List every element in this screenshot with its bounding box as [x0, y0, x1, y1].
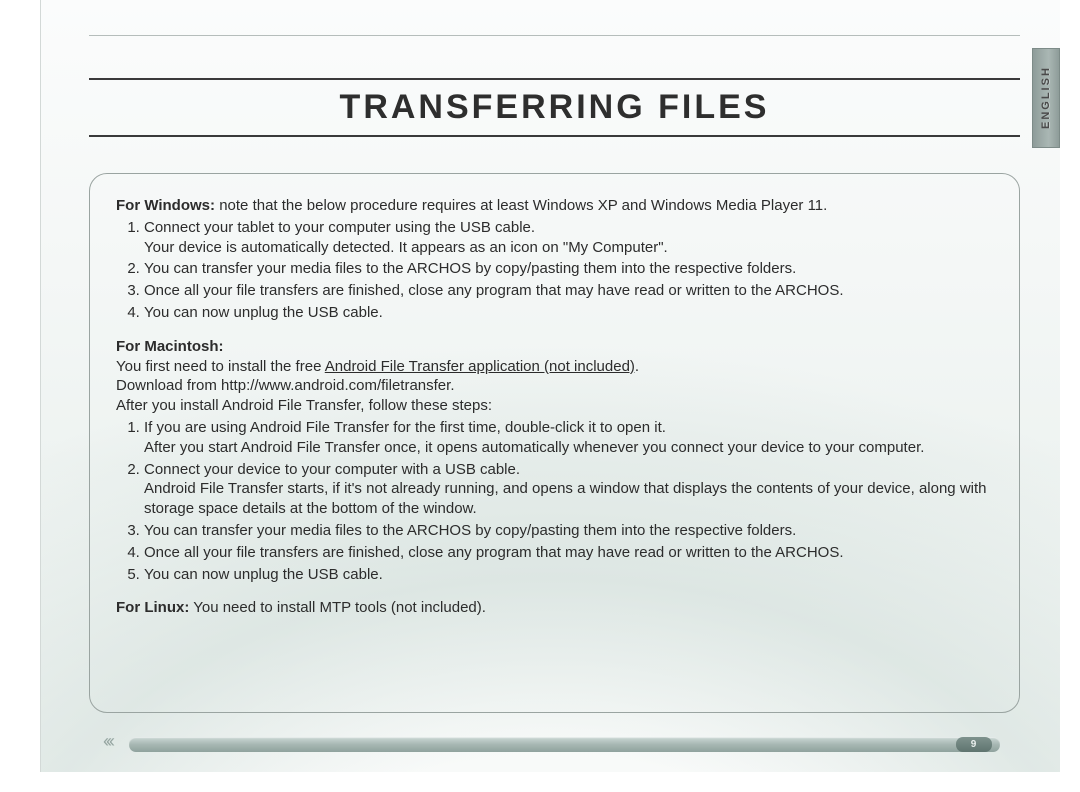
mac-intro-b: . — [635, 358, 639, 375]
title-rule-top — [89, 78, 1020, 80]
content-panel: For Windows: note that the below procedu… — [89, 173, 1020, 713]
windows-label: For Windows: — [116, 197, 215, 214]
step-text: You can now unplug the USB cable. — [144, 304, 383, 321]
spine-marks-icon: ‹‹‹ — [103, 731, 112, 752]
list-item: You can transfer your media files to the… — [144, 259, 993, 279]
manual-page: TRANSFERRING FILES For Windows: note tha… — [40, 0, 1060, 772]
mac-download: Download from http://www.android.com/fil… — [116, 377, 454, 394]
step-text: You can now unplug the USB cable. — [144, 566, 383, 583]
top-divider — [89, 35, 1020, 36]
step-text: Connect your tablet to your computer usi… — [144, 219, 668, 256]
step-text: You can transfer your media files to the… — [144, 260, 796, 277]
windows-note: note that the below procedure requires a… — [219, 197, 827, 214]
list-item: You can now unplug the USB cable. — [144, 565, 993, 585]
linux-section: For Linux: You need to install MTP tools… — [116, 598, 993, 618]
mac-section: For Macintosh: You first need to install… — [116, 337, 993, 585]
windows-section: For Windows: note that the below procedu… — [116, 196, 993, 323]
footer-bar: 9 — [129, 737, 1000, 752]
footer-progress-bar: 9 — [129, 737, 1000, 752]
list-item: Once all your file transfers are finishe… — [144, 281, 993, 301]
list-item: If you are using Android File Transfer f… — [144, 418, 993, 458]
page-title: TRANSFERRING FILES — [89, 88, 1020, 127]
mac-intro-a: You first need to install the free — [116, 358, 325, 375]
list-item: Connect your tablet to your computer usi… — [144, 218, 993, 258]
page-number: 9 — [956, 737, 992, 752]
mac-followup: After you install Android File Transfer,… — [116, 397, 492, 414]
step-text: You can transfer your media files to the… — [144, 522, 796, 539]
linux-label: For Linux: — [116, 599, 189, 616]
language-tab: ENGLISH — [1032, 48, 1060, 148]
windows-steps-list: Connect your tablet to your computer usi… — [116, 218, 993, 323]
step-text: Once all your file transfers are finishe… — [144, 544, 844, 561]
list-item: You can transfer your media files to the… — [144, 521, 993, 541]
mac-steps-list: If you are using Android File Transfer f… — [116, 418, 993, 584]
title-block: TRANSFERRING FILES — [89, 78, 1020, 137]
mac-label: For Macintosh: — [116, 338, 224, 355]
linux-text: You need to install MTP tools (not inclu… — [193, 599, 486, 616]
title-rule-bottom — [89, 135, 1020, 137]
step-text: Once all your file transfers are finishe… — [144, 282, 844, 299]
list-item: Once all your file transfers are finishe… — [144, 543, 993, 563]
step-text: If you are using Android File Transfer f… — [144, 419, 924, 456]
list-item: Connect your device to your computer wit… — [144, 460, 993, 519]
step-text: Connect your device to your computer wit… — [144, 461, 987, 518]
mac-intro-link: Android File Transfer application (not i… — [325, 358, 635, 375]
list-item: You can now unplug the USB cable. — [144, 303, 993, 323]
